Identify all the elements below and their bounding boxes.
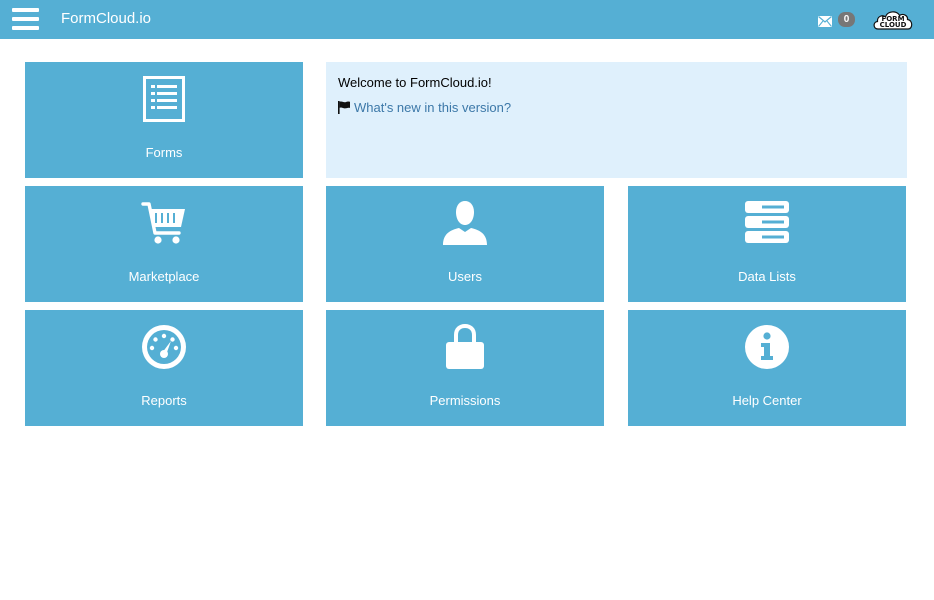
tile-forms-label: Forms bbox=[145, 145, 183, 160]
whats-new-link-text: What's new in this version? bbox=[354, 100, 512, 115]
tile-reports[interactable]: Reports bbox=[25, 310, 303, 426]
tile-marketplace[interactable]: Marketplace bbox=[25, 186, 303, 302]
tile-help-center-label: Help Center bbox=[732, 393, 802, 408]
tile-users[interactable]: Users bbox=[326, 186, 604, 302]
menu-icon[interactable] bbox=[12, 8, 39, 30]
lock-icon bbox=[326, 324, 604, 372]
tile-reports-label: Reports bbox=[141, 393, 187, 408]
tile-data-lists[interactable]: Data Lists bbox=[628, 186, 906, 302]
tile-users-label: Users bbox=[448, 269, 482, 284]
tile-marketplace-label: Marketplace bbox=[128, 269, 200, 284]
tile-help-center[interactable]: Help Center bbox=[628, 310, 906, 426]
tile-permissions-label: Permissions bbox=[429, 393, 501, 408]
dashboard-icon bbox=[25, 324, 303, 372]
tile-permissions[interactable]: Permissions bbox=[326, 310, 604, 426]
mail-count-badge[interactable]: 0 bbox=[838, 12, 855, 27]
cart-icon bbox=[25, 200, 303, 248]
server-icon bbox=[628, 200, 906, 248]
tile-forms[interactable]: Forms bbox=[25, 62, 303, 178]
formcloud-logo[interactable]: FORM CLOUD bbox=[872, 8, 914, 32]
welcome-panel: Welcome to FormCloud.io! What's new in t… bbox=[326, 62, 907, 178]
list-icon bbox=[25, 76, 303, 124]
tile-data-lists-label: Data Lists bbox=[738, 269, 796, 284]
welcome-title: Welcome to FormCloud.io! bbox=[338, 75, 492, 90]
logo-text-cloud: CLOUD bbox=[879, 21, 907, 29]
info-icon bbox=[628, 324, 906, 372]
flag-icon bbox=[338, 101, 350, 114]
user-icon bbox=[326, 200, 604, 248]
app-title: FormCloud.io bbox=[61, 10, 152, 27]
mail-icon[interactable] bbox=[818, 14, 832, 27]
top-bar: FormCloud.io 0 FORM CLOUD bbox=[0, 0, 934, 39]
